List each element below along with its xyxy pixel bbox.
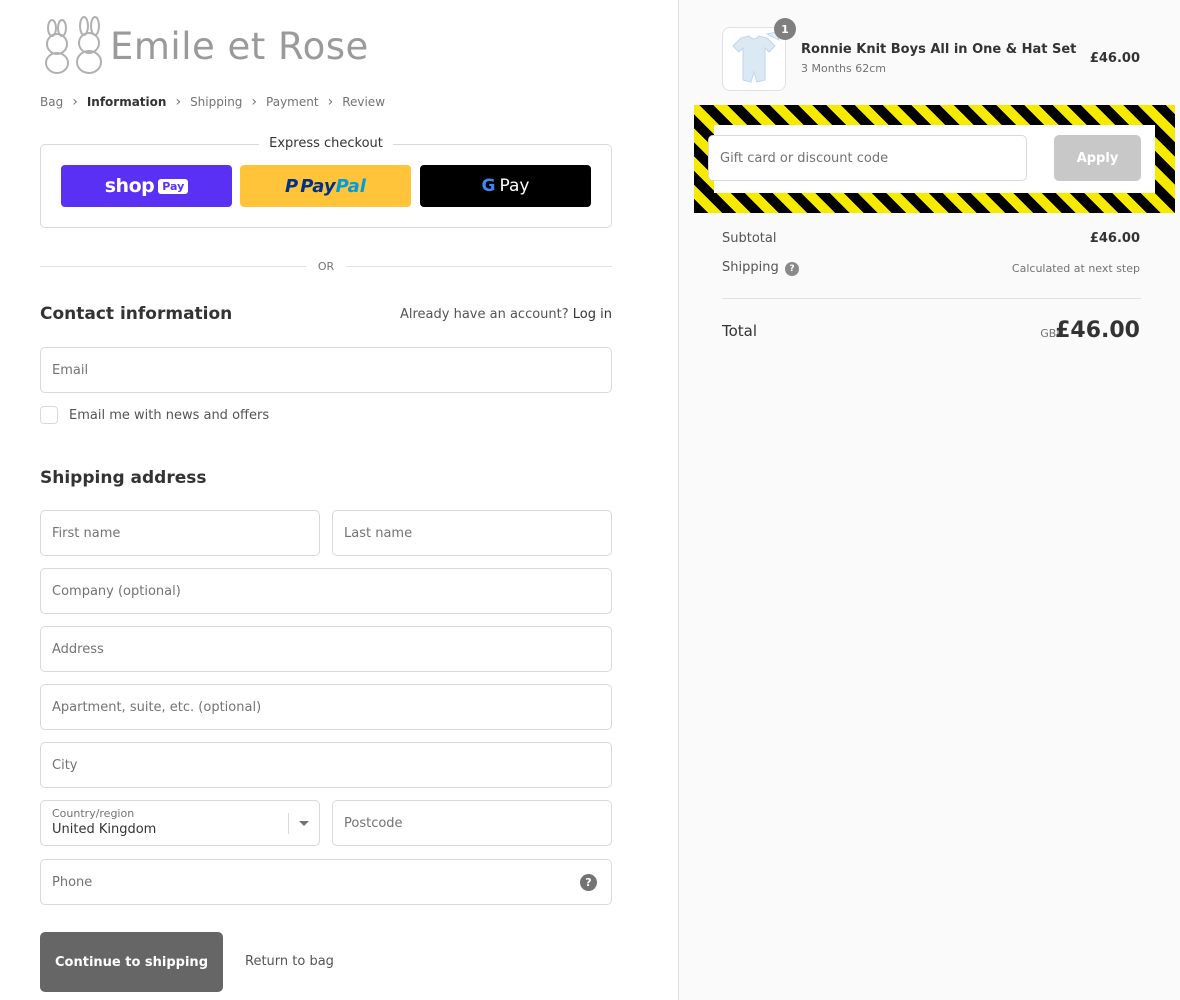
bunny-logo-icon [45,16,102,74]
account-prompt-text: Already have an account? [399,307,569,322]
newsletter-label: Email me with news and offers [69,407,270,423]
breadcrumb-bag[interactable]: Bag [40,95,63,109]
country-label: Country/region [52,807,135,820]
checkout-main: Emile et Rose Bag › Information › Shippi… [0,0,678,1000]
newsletter-checkbox[interactable] [40,406,58,424]
shipping-help-icon[interactable]: ? [785,262,799,276]
google-pay-button[interactable]: G Pay [420,165,591,207]
express-checkout-box: Express checkout shop Pay P Pay Pal G Pa… [40,136,612,228]
total-label: Total [722,322,758,340]
subtotal-value: £46.00 [1089,231,1140,246]
total-value: £46.00 [1055,318,1140,343]
breadcrumb-review: Review [342,95,386,109]
shop-pay-pill: Pay [158,178,189,194]
address-input[interactable]: Address [40,626,612,672]
chevron-right-icon: › [72,94,78,110]
paypal-button[interactable]: P Pay Pal [240,165,411,207]
apply-discount-button[interactable]: Apply [1054,135,1141,181]
address-placeholder: Address [52,641,104,657]
subtotal-label: Subtotal [722,231,777,246]
phone-input[interactable]: Phone ? [40,859,612,905]
discount-code-placeholder: Gift card or discount code [720,150,889,166]
contact-information-title: Contact information [40,304,233,324]
company-input[interactable]: Company (optional) [40,568,612,614]
breadcrumb-information: Information [86,95,167,109]
login-link[interactable]: Log in [573,307,612,322]
brand-logo[interactable]: Emile et Rose [40,16,369,76]
email-placeholder: Email [52,362,89,378]
shipping-label: Shipping [722,260,779,275]
google-g-icon: G [481,176,496,196]
chevron-right-icon: › [251,94,258,110]
apartment-placeholder: Apartment, suite, etc. (optional) [52,699,262,715]
google-pay-word: Pay [499,176,530,196]
divider-line [346,265,612,267]
last-name-placeholder: Last name [344,525,413,541]
order-summary: 1 Ronnie Knit Boys All in One & Hat Set … [678,0,1180,1000]
chevron-down-icon [299,821,309,826]
chevron-right-icon: › [327,94,334,110]
help-icon[interactable]: ? [580,874,597,891]
email-input[interactable]: Email [40,347,612,393]
breadcrumb: Bag › Information › Shipping › Payment ›… [40,95,385,109]
product-price: £46.00 [1089,51,1140,66]
paypal-word-pay: Pay [300,175,336,197]
paypal-word-pal: Pal [335,175,366,197]
totals-divider [722,298,1141,299]
quantity-badge: 1 [774,18,796,40]
breadcrumb-shipping: Shipping [190,95,243,109]
country-value: United Kingdom [52,822,157,837]
country-select[interactable]: Country/region United Kingdom [40,800,320,846]
discount-code-input[interactable]: Gift card or discount code [708,135,1027,181]
shipping-address-title: Shipping address [40,468,207,488]
shipping-value: Calculated at next step [1011,262,1140,275]
phone-placeholder: Phone [52,874,93,890]
city-input[interactable]: City [40,742,612,788]
brand-name: Emile et Rose [110,24,369,68]
product-name: Ronnie Knit Boys All in One & Hat Set [801,42,1077,57]
shop-pay-word: shop [104,175,155,197]
first-name-placeholder: First name [52,525,121,541]
select-divider [288,813,289,834]
or-divider: OR [40,257,612,275]
continue-to-shipping-button[interactable]: Continue to shipping [40,932,223,992]
chevron-right-icon: › [175,94,182,110]
shop-pay-button[interactable]: shop Pay [61,165,232,207]
apartment-input[interactable]: Apartment, suite, etc. (optional) [40,684,612,730]
city-placeholder: City [52,757,78,773]
first-name-input[interactable]: First name [40,510,320,556]
paypal-icon: P [285,175,299,197]
postcode-placeholder: Postcode [344,815,403,831]
login-prompt: Already have an account? Log in [400,307,612,322]
breadcrumb-payment: Payment [266,95,319,109]
newsletter-option[interactable]: Email me with news and offers [40,406,269,424]
company-placeholder: Company (optional) [52,583,181,599]
divider-line [40,265,306,267]
product-variant: 3 Months 62cm [801,62,886,75]
postcode-input[interactable]: Postcode [332,800,612,846]
return-to-bag-link[interactable]: Return to bag [245,954,334,969]
or-label: OR [317,259,335,273]
last-name-input[interactable]: Last name [332,510,612,556]
baby-romper-icon [732,31,780,83]
express-checkout-title: Express checkout [259,136,393,151]
